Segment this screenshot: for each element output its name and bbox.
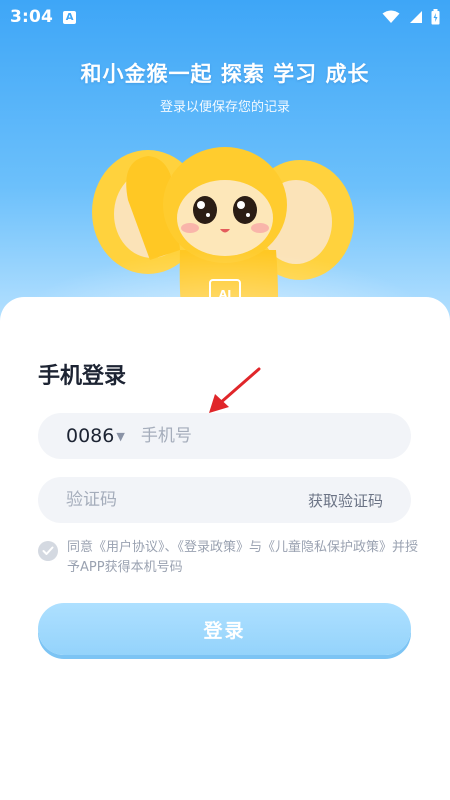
red-arrow-annotation <box>209 367 261 413</box>
signal-icon <box>410 11 422 23</box>
phone-input[interactable] <box>140 426 383 446</box>
status-bar: 3:04 A <box>0 0 450 34</box>
wifi-icon <box>382 10 400 23</box>
phone-field[interactable]: 0086 ▼ <box>38 413 411 459</box>
notification-icon: A <box>63 10 77 24</box>
hero-subtitle: 登录以便保存您的记录 <box>159 100 290 115</box>
login-title: 手机登录 <box>38 364 127 389</box>
caret-down-icon[interactable]: ▼ <box>116 430 124 443</box>
hero-banner: 3:04 A 和小金猴一起 探索 学习 成长 登录以便保存您的记录 AI <box>0 0 450 340</box>
agreement-checkbox[interactable] <box>38 541 58 561</box>
battery-icon <box>431 9 440 25</box>
verification-code-input[interactable] <box>66 490 308 510</box>
hero-title: 和小金猴一起 探索 学习 成长 <box>80 62 370 86</box>
agreement-text[interactable]: 同意《用户协议》、《登录政策》与《儿童隐私保护政策》并授予APP获得本机号码 <box>67 538 418 578</box>
country-code-selector[interactable]: 0086 <box>66 425 114 447</box>
get-code-button[interactable]: 获取验证码 <box>308 490 383 511</box>
verification-code-field[interactable]: 获取验证码 <box>38 477 411 523</box>
agreement-row: 同意《用户协议》、《登录政策》与《儿童隐私保护政策》并授予APP获得本机号码 <box>38 538 418 578</box>
status-icons <box>382 9 440 25</box>
status-time: 3:04 <box>10 7 54 27</box>
check-icon <box>42 546 54 555</box>
login-button[interactable]: 登录 <box>38 603 411 655</box>
